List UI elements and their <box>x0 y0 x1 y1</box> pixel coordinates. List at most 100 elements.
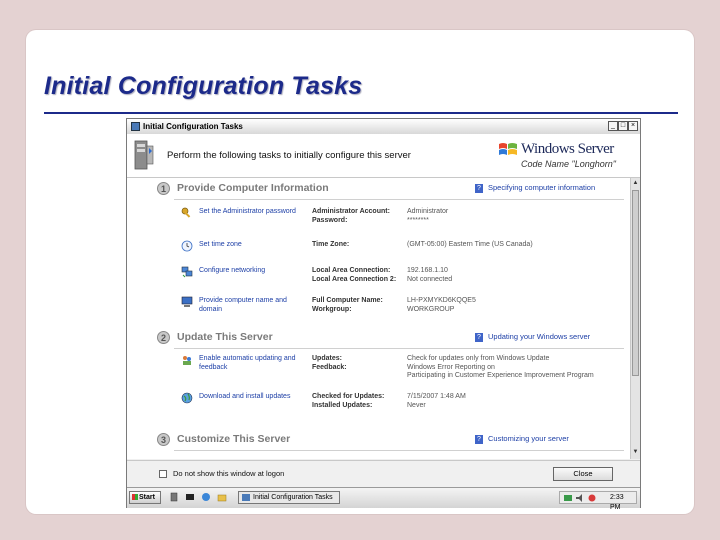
start-button[interactable]: Start <box>129 491 161 504</box>
do-not-show-checkbox[interactable] <box>159 470 167 478</box>
minimize-button[interactable]: _ <box>608 121 618 131</box>
value-full-computer-name: LH-PXMYKD6KQQE5 <box>407 297 476 304</box>
task-labels: Time Zone: <box>312 241 406 250</box>
taskbar: Start Initial Configuration Tasks 2:33 P… <box>127 487 640 511</box>
value-feedback-error-reporting: Windows Error Reporting on <box>407 363 495 371</box>
close-window-button[interactable]: × <box>628 121 638 131</box>
section-divider <box>174 199 624 200</box>
section-divider <box>174 450 624 451</box>
internet-explorer-quicklaunch-icon[interactable] <box>201 492 211 502</box>
title-underline <box>44 112 678 114</box>
help-link-label: Updating your Windows server <box>488 332 591 341</box>
slide-title: Initial Configuration Tasks <box>44 72 363 100</box>
task-labels: Administrator Account: Password: <box>312 208 406 225</box>
label-installed-updates: Installed Updates: <box>312 401 373 409</box>
value-installed-updates: Never <box>407 401 426 409</box>
network-icon <box>181 266 193 278</box>
label-administrator-account: Administrator Account: <box>312 208 390 215</box>
content-scrollbar[interactable]: ▲ ▼ <box>630 178 640 459</box>
initial-configuration-window: Initial Configuration Tasks _ □ × Perfor… <box>126 118 641 511</box>
scroll-up-arrow-icon[interactable]: ▲ <box>631 179 640 188</box>
help-icon: ? <box>475 183 483 193</box>
configure-networking-link[interactable]: Configure networking <box>199 267 307 276</box>
set-time-zone-link[interactable]: Set time zone <box>199 241 307 250</box>
label-local-area-connection-2: Local Area Connection 2: <box>312 275 397 283</box>
window-titlebar[interactable]: Initial Configuration Tasks _ □ × <box>127 119 640 135</box>
header-instruction: Perform the following tasks to initially… <box>167 150 411 161</box>
task-labels: Checked for Updates: Installed Updates: <box>312 393 406 410</box>
close-button[interactable]: Close <box>553 467 613 481</box>
task-values: 7/15/2007 1:48 AM Never <box>407 393 617 410</box>
section-title: Update This Server <box>177 331 273 343</box>
help-link-updating-windows-server[interactable]: ? Updating your Windows server <box>475 332 590 342</box>
label-checked-for-updates: Checked for Updates: <box>312 393 385 400</box>
windows-flag-icon <box>499 143 517 155</box>
scroll-down-arrow-icon[interactable]: ▼ <box>631 448 640 457</box>
maximize-button[interactable]: □ <box>618 121 628 131</box>
section-provide-computer-information: 1 Provide Computer Information ? Specifyi… <box>157 182 627 196</box>
label-password: Password: <box>312 216 348 224</box>
value-password: ******** <box>407 216 429 224</box>
section-number: 2 <box>157 331 170 344</box>
start-label: Start <box>139 494 155 501</box>
taskbar-initial-configuration-tasks[interactable]: Initial Configuration Tasks <box>238 491 340 504</box>
provide-computer-name-link[interactable]: Provide computer name and domain <box>199 297 307 314</box>
value-local-area-connection: 192.168.1.10 <box>407 267 448 274</box>
help-icon: ? <box>475 332 483 342</box>
help-icon: ? <box>475 434 483 444</box>
window-app-icon <box>242 494 250 501</box>
download-install-updates-link[interactable]: Download and install updates <box>199 393 307 402</box>
section-number: 1 <box>157 182 170 195</box>
system-tray: 2:33 PM <box>559 491 637 511</box>
scrollbar-thumb[interactable] <box>632 190 639 376</box>
do-not-show-checkbox-label: Do not show this window at logon <box>173 469 285 478</box>
window-header: Perform the following tasks to initially… <box>127 134 640 178</box>
logo-code-name: Code Name "Longhorn" <box>521 159 616 169</box>
task-values: (GMT-05:00) Eastern Time (US Canada) <box>407 241 617 250</box>
value-time-zone: (GMT-05:00) Eastern Time (US Canada) <box>407 241 533 248</box>
folder-quicklaunch-icon[interactable] <box>217 492 227 502</box>
help-link-label: Specifying computer information <box>488 183 596 192</box>
label-full-computer-name: Full Computer Name: <box>312 297 383 304</box>
volume-tray-icon[interactable] <box>576 494 584 502</box>
key-icon <box>181 207 191 218</box>
help-link-label: Customizing your server <box>488 434 569 443</box>
tasks-content-pane: 1 Provide Computer Information ? Specifyi… <box>127 178 630 459</box>
task-labels: Full Computer Name: Workgroup: <box>312 297 406 314</box>
label-workgroup: Workgroup: <box>312 305 352 313</box>
task-values: Administrator ******** <box>407 208 617 225</box>
section-number: 3 <box>157 433 170 446</box>
section-title: Provide Computer Information <box>177 182 329 194</box>
label-time-zone: Time Zone: <box>312 241 350 248</box>
server-manager-quicklaunch-icon[interactable] <box>169 492 179 502</box>
task-values: Check for updates only from Windows Upda… <box>407 355 617 381</box>
enable-automatic-updating-link[interactable]: Enable automatic updating and feedback <box>199 355 307 372</box>
section-divider <box>174 348 624 349</box>
network-tray-icon[interactable] <box>564 494 572 502</box>
clock-icon <box>181 240 193 252</box>
label-updates: Updates: <box>312 355 342 362</box>
label-local-area-connection: Local Area Connection: <box>312 267 391 274</box>
set-administrator-password-link[interactable]: Set the Administrator password <box>199 208 307 217</box>
window-footer: Do not show this window at logon Close <box>127 460 640 485</box>
value-updates: Check for updates only from Windows Upda… <box>407 355 550 362</box>
task-labels: Local Area Connection: Local Area Connect… <box>312 267 406 284</box>
server-tasks-icon <box>134 140 154 170</box>
computer-icon <box>181 296 193 307</box>
value-administrator-account: Administrator <box>407 208 449 215</box>
task-values: LH-PXMYKD6KQQE5 WORKGROUP <box>407 297 617 314</box>
help-link-specifying-computer-information[interactable]: ? Specifying computer information <box>475 183 595 193</box>
help-link-customizing-your-server[interactable]: ? Customizing your server <box>475 434 569 444</box>
security-tray-icon[interactable] <box>588 494 596 502</box>
value-checked-for-updates: 7/15/2007 1:48 AM <box>407 393 466 400</box>
command-prompt-quicklaunch-icon[interactable] <box>185 492 195 502</box>
taskbar-button-label: Initial Configuration Tasks <box>253 494 333 501</box>
window-app-icon <box>131 122 140 131</box>
value-workgroup: WORKGROUP <box>407 305 455 313</box>
windows-server-logo: Windows Server Code Name "Longhorn" <box>492 138 632 174</box>
users-icon <box>183 356 191 365</box>
section-title: Customize This Server <box>177 433 291 445</box>
logo-product-name: Windows Server <box>521 141 614 157</box>
label-feedback: Feedback: <box>312 363 347 371</box>
section-customize-this-server: 3 Customize This Server ? Customizing you… <box>157 433 627 447</box>
